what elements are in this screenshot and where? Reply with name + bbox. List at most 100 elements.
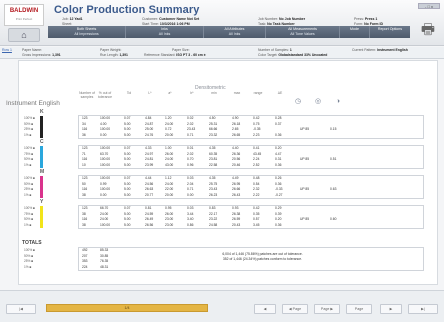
tone-label: 100% ■ <box>24 116 35 120</box>
table-cell: 24.00 <box>165 121 174 126</box>
table-cell: 0.36 <box>275 181 282 186</box>
samples-field: Number of Samples: 1 <box>258 48 292 52</box>
table-cell: 4.00 <box>100 121 107 126</box>
table-cell: 24.87 <box>145 121 154 126</box>
table-cell: 3.40 <box>187 217 194 221</box>
table-cell: 20.77 <box>145 192 154 197</box>
table-cell: 24.00 <box>100 217 109 221</box>
table-cell: 0.36 <box>275 132 282 137</box>
table-cell: 5.00 <box>124 222 131 227</box>
filter-inks[interactable]: Inks All Inks <box>126 26 204 38</box>
table-cell: 20.46 <box>232 162 241 167</box>
print-icon[interactable]: 🖶 <box>418 20 438 40</box>
filter-measurements[interactable]: All Measurements All Tone Values <box>266 26 340 38</box>
clock-icon: ◷ <box>294 98 302 105</box>
table-cell: 20.43 <box>232 222 241 227</box>
home-button[interactable]: ⌂ <box>8 28 40 42</box>
table-cell: 0.02 <box>187 116 194 120</box>
table-cell: 26.49 <box>145 217 154 221</box>
filter-bar: Both Sheets All Impressions Inks All Inks … <box>48 26 410 38</box>
table-cell: 22.58 <box>209 162 218 167</box>
next-page-button[interactable]: Page ▶ <box>314 304 340 314</box>
table-cell: 0.03 <box>187 206 194 210</box>
window-controls[interactable]: - □ x <box>418 3 440 9</box>
table-cell: 5.00 <box>124 162 131 167</box>
baldwin-logo: BALDWIN Print Perfect <box>4 4 44 26</box>
table-cell: 100.00 <box>100 127 111 131</box>
table-cell: 1.12 <box>165 176 172 180</box>
table-cell: 24.59 <box>145 211 154 216</box>
table-cell: 25.75 <box>209 181 218 186</box>
table-cell: 26.00 <box>165 211 174 216</box>
table-cell: 66.70 <box>100 206 109 210</box>
page-button[interactable]: Page <box>346 304 372 314</box>
gauge-icon: ◑ <box>335 98 341 105</box>
table-cell: 24.56 <box>145 181 154 186</box>
first-page-button[interactable]: |◀ <box>6 304 36 314</box>
table-cell: 2.02 <box>187 151 194 156</box>
totals-cell: 207 <box>82 253 88 258</box>
table-cell: 0.20 <box>275 217 282 221</box>
table-cell: 100.00 <box>100 222 111 227</box>
table-cell: 24.00 <box>165 157 174 161</box>
table-cell-extra: UP 85 <box>300 127 310 131</box>
report-options[interactable]: Report Options <box>370 26 410 38</box>
totals-cell: 492 <box>82 248 88 252</box>
logo-text: BALDWIN <box>9 8 39 14</box>
table-cell: 5.00 <box>124 127 131 131</box>
column-header: range <box>253 91 263 95</box>
column-header: Tol <box>126 91 132 95</box>
table-cell: 23.43 <box>209 187 218 191</box>
last-page-button[interactable]: ▶| <box>408 304 438 314</box>
table-cell: 0.54 <box>253 181 260 186</box>
table-cell: 23.22 <box>209 217 218 221</box>
table-cell: 100.00 <box>100 187 111 191</box>
table-cell: 34 <box>82 121 86 126</box>
filter-sheets[interactable]: Both Sheets All Impressions <box>48 26 126 38</box>
table-cell: 2.52 <box>253 162 260 167</box>
table-cell: 0.95 <box>165 206 172 210</box>
table-cell: -0.33 <box>275 187 283 191</box>
totals-cell: 224 <box>82 264 88 269</box>
tone-label: 1% ■ <box>24 192 32 197</box>
ink-color-bar <box>40 146 43 168</box>
table-cell: 0.07 <box>124 206 131 210</box>
row-link[interactable]: Row 1 <box>2 48 12 52</box>
prev-button[interactable]: ◀ <box>254 304 276 314</box>
tone-label: 75% ■ <box>24 211 34 216</box>
tone-label: 100% ■ <box>24 146 35 150</box>
table-cell: 4.33 <box>145 146 152 150</box>
totals-cell: 85.33 <box>100 248 109 252</box>
filter-attributes[interactable]: All Attributes All Inks <box>204 26 266 38</box>
table-cell: 0.48 <box>253 176 260 180</box>
table-cell: 0.26 <box>275 176 282 180</box>
table-cell: 100.00 <box>100 176 111 180</box>
table-cell-extra: UP 85 <box>300 187 310 191</box>
table-cell: 24.58 <box>209 222 218 227</box>
table-cell: 100.00 <box>100 162 111 167</box>
table-cell: 0.37 <box>275 121 282 126</box>
ink-color-bar <box>40 206 43 228</box>
table-cell: 5.00 <box>124 151 131 156</box>
ink-group-letter: Y <box>40 199 44 205</box>
next-button[interactable]: ▶ <box>380 304 402 314</box>
table-cell: 2.04 <box>187 181 194 186</box>
column-header: L* <box>148 91 152 95</box>
app-window: BALDWIN Print Perfect ⌂ Color Production… <box>0 0 444 322</box>
column-header: ΔE <box>277 91 283 95</box>
table-cell-extra: UP 85 <box>300 217 310 221</box>
table-cell: 0.99 <box>100 181 107 186</box>
table-cell: 20.00 <box>165 132 174 137</box>
table-cell: 116 <box>82 157 88 161</box>
prev-page-button[interactable]: ◀ Page <box>282 304 308 314</box>
paper-size-field: Paper Size: <box>172 48 190 52</box>
filter-mode[interactable]: Mode <box>340 26 370 38</box>
column-header: max <box>233 91 241 95</box>
table-cell: 0.07 <box>124 176 131 180</box>
table-cell: 0.28 <box>275 116 282 120</box>
note-line-2: 352 of 1,446 (24.34%) patches conform to… <box>222 257 303 261</box>
table-cell: 123 <box>82 116 88 120</box>
table-cell: 0.72 <box>165 127 172 131</box>
tone-label: 25% ■ <box>24 187 34 191</box>
table-cell: 38 <box>82 222 86 227</box>
